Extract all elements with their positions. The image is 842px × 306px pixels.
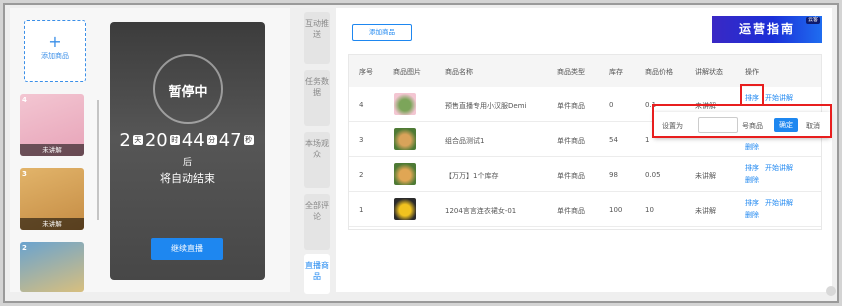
product-table: 序号 商品图片 商品名称 商品类型 库存 商品价格 讲解状态 操作 4 预售直播… (348, 54, 822, 230)
plus-icon: + (48, 32, 62, 51)
tab-interaction-push[interactable]: 互动推送 (304, 12, 330, 64)
add-product-tile[interactable]: + 添加商品 (24, 20, 86, 82)
tab-live-products[interactable]: 直播商品 (304, 254, 330, 294)
countdown-minutes: 44 (181, 130, 205, 151)
thumbnail-number: 3 (22, 170, 27, 178)
row-index: 3 (359, 136, 364, 144)
row-index: 2 (359, 171, 364, 179)
sort-link[interactable]: 排序 (745, 198, 759, 208)
tab-label: 互动推送 (305, 19, 329, 39)
table-row: 1 1204言言连衣裙女-01 单件商品 100 10 未讲解 排序 开始讲解 … (349, 192, 821, 227)
start-explain-link[interactable]: 开始讲解 (765, 198, 793, 208)
thumbnail-number: 4 (22, 96, 27, 104)
countdown-days: 2 (119, 130, 131, 151)
row-name: 预售直播专用小汉服Demi (445, 102, 527, 110)
product-image (394, 128, 416, 150)
product-thumbnail[interactable]: 2 (20, 242, 84, 292)
live-preview: 暂停中 2 天 20 时 44 分 47 秒 后 将自动结束 继续直播 (110, 22, 265, 280)
row-type: 单件商品 (557, 172, 585, 180)
row-name: 【万万】1个库存 (445, 172, 499, 180)
sort-highlight-box (740, 84, 764, 106)
tab-label: 直播商品 (305, 261, 329, 281)
row-status: 未讲解 (695, 207, 716, 215)
thumbnail-number: 2 (22, 244, 27, 252)
add-product-button[interactable]: 添加商品 (352, 24, 412, 41)
header-name: 商品名称 (445, 68, 473, 76)
start-explain-link[interactable]: 开始讲解 (765, 93, 793, 103)
header-stock: 库存 (609, 68, 623, 76)
popup-highlight-box (652, 104, 832, 138)
delete-link[interactable]: 删除 (745, 210, 759, 220)
row-stock: 100 (609, 206, 623, 214)
row-price: 10 (645, 206, 654, 214)
delete-link[interactable]: 删除 (745, 142, 759, 152)
row-price: 0.05 (645, 171, 661, 179)
table-row: 2 【万万】1个库存 单件商品 98 0.05 未讲解 排序 开始讲解 删除 (349, 157, 821, 192)
header-status: 讲解状态 (695, 68, 723, 76)
product-image (394, 93, 416, 115)
scroll-handle[interactable] (826, 286, 836, 296)
countdown-hours: 20 (144, 130, 168, 151)
countdown-day-unit: 天 (132, 135, 143, 145)
tab-label: 全部评论 (305, 201, 329, 221)
header-type: 商品类型 (557, 68, 585, 76)
row-stock: 0 (609, 101, 614, 109)
header-index: 序号 (359, 68, 373, 76)
countdown-hour-unit: 时 (169, 135, 180, 145)
guide-banner-tag: 云客 (805, 17, 820, 24)
tab-comments[interactable]: 全部评论 (304, 194, 330, 250)
side-tabs: 互动推送 任务数据 本场观众 全部评论 直播商品 (300, 8, 334, 294)
tab-task-data[interactable]: 任务数据 (304, 70, 330, 126)
countdown-second-unit: 秒 (243, 135, 254, 145)
row-index: 4 (359, 101, 364, 109)
guide-banner-text: 运营指南 (738, 22, 795, 36)
row-price: 1 (645, 136, 650, 144)
product-image (394, 163, 416, 185)
product-thumbnail[interactable]: 4 未讲解 (20, 94, 84, 156)
product-management: 添加商品 运营指南 云客 序号 商品图片 商品名称 商品类型 库存 商品价格 讲… (336, 8, 832, 292)
tab-label: 任务数据 (305, 77, 329, 97)
row-stock: 98 (609, 171, 618, 179)
countdown-seconds: 47 (218, 130, 242, 151)
live-room-panel: + 添加商品 4 未讲解 3 未讲解 2 暂停中 2 天 20 时 44 分 47 秒 后 将… (10, 8, 290, 292)
start-explain-link[interactable]: 开始讲解 (765, 163, 793, 173)
sort-link[interactable]: 排序 (745, 163, 759, 173)
row-type: 单件商品 (557, 137, 585, 145)
thumbnail-scrollbar[interactable] (97, 100, 99, 220)
table-header: 序号 商品图片 商品名称 商品类型 库存 商品价格 讲解状态 操作 (349, 55, 821, 87)
header-actions: 操作 (745, 68, 759, 76)
countdown-after-text: 后 (182, 158, 192, 168)
countdown: 2 天 20 时 44 分 47 秒 (110, 130, 265, 151)
operation-guide-banner[interactable]: 运营指南 云客 (712, 16, 822, 43)
auto-end-text: 将自动结束 (160, 172, 215, 185)
product-image (394, 198, 416, 220)
add-product-tile-label: 添加商品 (41, 52, 69, 60)
tab-audience[interactable]: 本场观众 (304, 132, 330, 188)
thumbnail-status: 未讲解 (20, 218, 84, 230)
paused-status: 暂停中 (168, 85, 208, 100)
row-type: 单件商品 (557, 102, 585, 110)
header-price: 商品价格 (645, 68, 673, 76)
delete-link[interactable]: 删除 (745, 175, 759, 185)
header-image: 商品图片 (393, 68, 421, 76)
resume-live-button[interactable]: 继续直播 (151, 238, 223, 260)
pause-ring: 暂停中 (153, 54, 223, 124)
thumbnail-status: 未讲解 (20, 144, 84, 156)
countdown-minute-unit: 分 (206, 135, 217, 145)
row-index: 1 (359, 206, 364, 214)
row-status: 未讲解 (695, 172, 716, 180)
row-name: 组合品测试1 (445, 137, 485, 145)
tab-label: 本场观众 (305, 139, 329, 159)
row-stock: 54 (609, 136, 618, 144)
product-thumbnail[interactable]: 3 未讲解 (20, 168, 84, 230)
row-type: 单件商品 (557, 207, 585, 215)
row-name: 1204言言连衣裙女-01 (445, 207, 517, 215)
